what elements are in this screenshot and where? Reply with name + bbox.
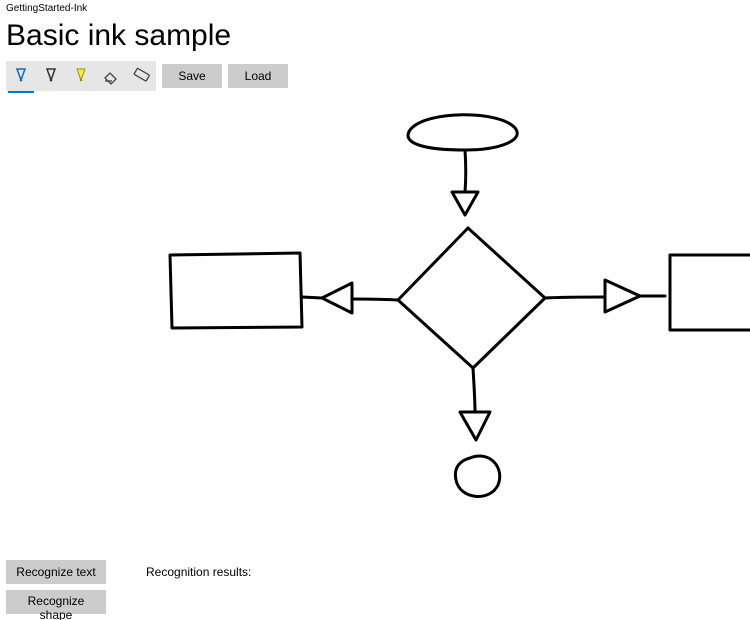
highlighter-icon <box>73 67 89 85</box>
ink-canvas[interactable] <box>0 100 750 550</box>
window-title: GettingStarted-Ink <box>0 0 750 17</box>
save-button[interactable]: Save <box>162 64 222 88</box>
pen-ballpoint[interactable] <box>6 61 36 91</box>
ruler-tool[interactable] <box>126 61 156 91</box>
recognize-shape-button[interactable]: Recognize shape <box>6 590 106 614</box>
pen-pencil[interactable] <box>36 61 66 91</box>
recognize-text-button[interactable]: Recognize text <box>6 560 106 584</box>
load-button[interactable]: Load <box>228 64 288 88</box>
pen-nib-icon <box>13 67 29 85</box>
pen-nib-icon <box>43 67 59 85</box>
page-title: Basic ink sample <box>0 17 750 61</box>
recognition-panel: Recognize text Recognition results: Reco… <box>6 554 251 614</box>
recognition-results-label: Recognition results: <box>146 565 251 579</box>
ruler-icon <box>132 67 150 85</box>
eraser-tool[interactable] <box>96 61 126 91</box>
eraser-icon <box>102 67 120 85</box>
pen-highlighter[interactable] <box>66 61 96 91</box>
ink-toolbar <box>6 61 156 91</box>
ink-strokes <box>0 100 750 550</box>
toolbar: Save Load <box>0 61 750 91</box>
